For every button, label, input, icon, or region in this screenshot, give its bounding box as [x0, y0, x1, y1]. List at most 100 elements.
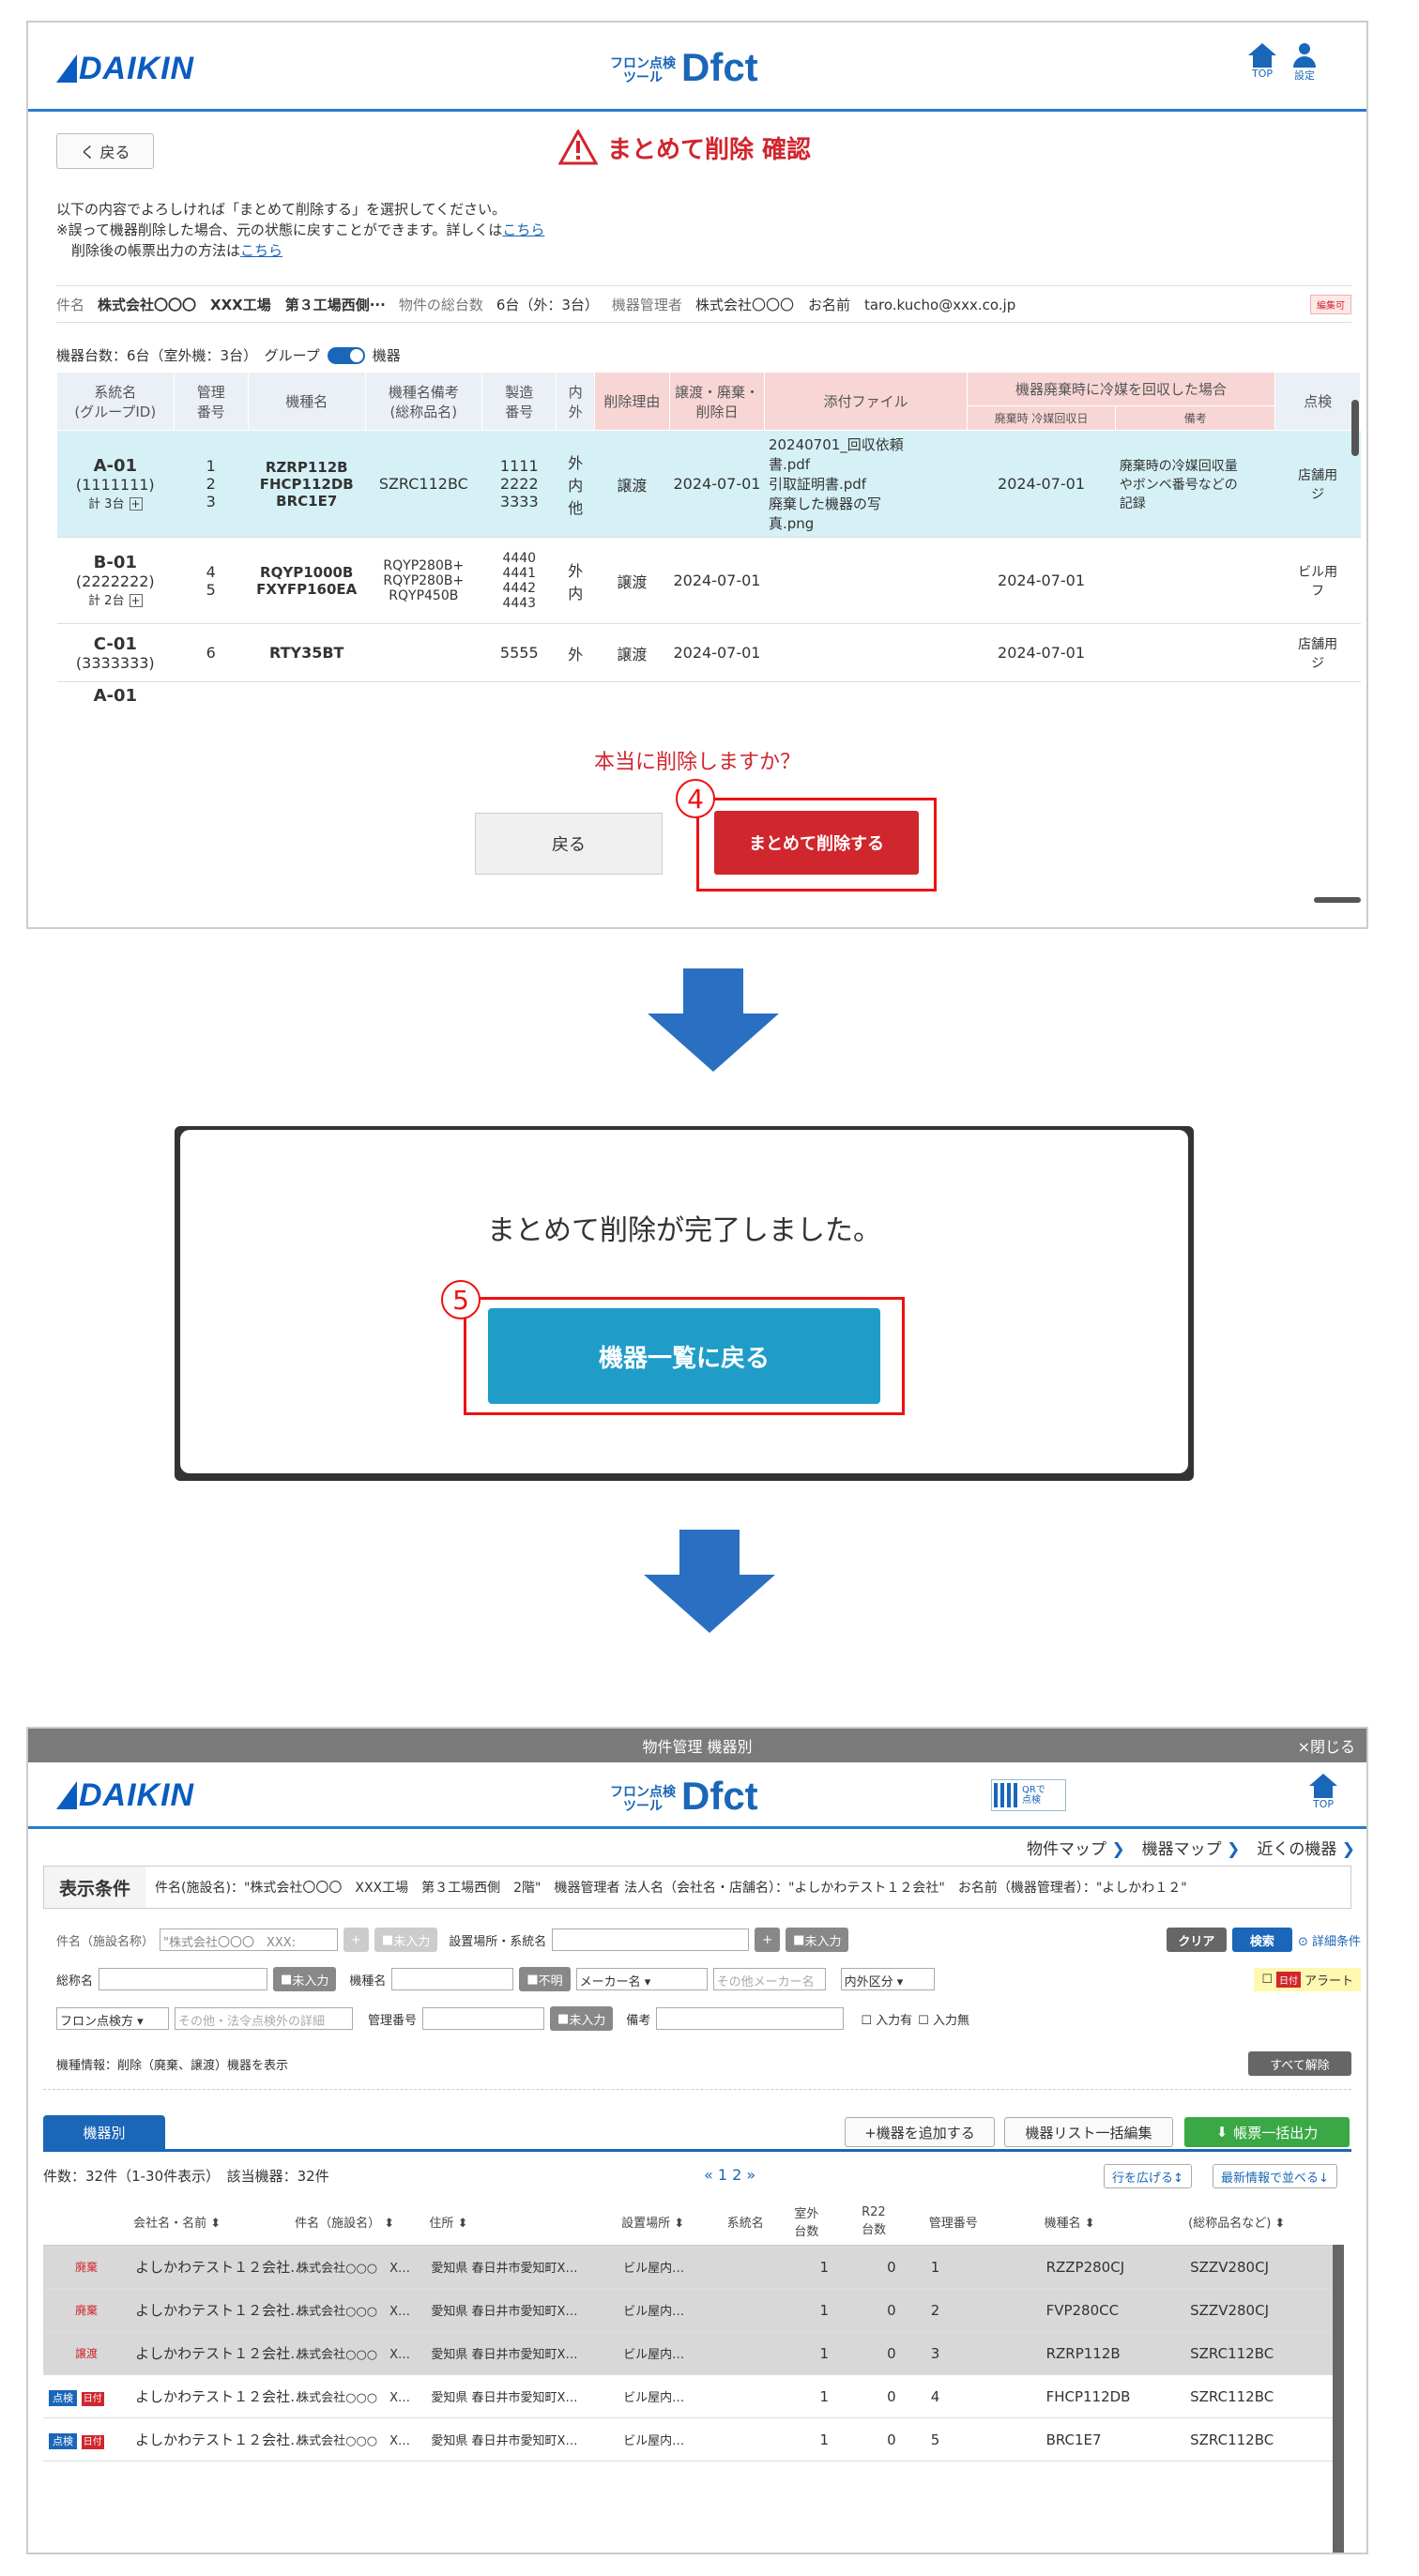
filter-row-3: フロン点検方 ▾ その他・法令点検外の詳細 管理番号 ■ 未入力 備考 ☐ 入力…	[56, 2006, 1361, 2031]
col-recovery: 機器廃棄時に冷媒を回収した場合	[966, 372, 1276, 406]
arrow-down-icon	[648, 968, 779, 1072]
unset-place-toggle[interactable]: ■ 未入力	[786, 1928, 849, 1952]
inout-select[interactable]: 内外区分 ▾	[840, 1968, 935, 1990]
tab-by-device[interactable]: 機器別	[43, 2115, 165, 2149]
arrow-down-icon	[644, 1530, 775, 1633]
expand-icon[interactable]: +	[129, 497, 143, 511]
mgmt-input[interactable]	[422, 2007, 545, 2030]
export-button[interactable]: ⬇ 帳票一括出力	[1184, 2117, 1350, 2147]
col-recovery-date: 廃棄時 冷媒回収日	[966, 405, 1117, 431]
device-list-table: 会社名・名前 ⬍ 件名（施設名） ⬍ 住所 ⬍ 設置場所 ⬍ 系統名 室外 台数…	[43, 2198, 1351, 2462]
sort-latest-button[interactable]: 最新情報で並べる↓	[1213, 2164, 1337, 2188]
settings-button[interactable]: 設定	[1290, 43, 1319, 83]
confirm-screen: DAIKIN フロン点検 ツール Dfct TOP 設定 く 戻る まとめて削除 …	[26, 21, 1368, 929]
col-model: 機種名	[247, 372, 366, 431]
unset-mgmt-toggle[interactable]: ■ 未入力	[550, 2006, 614, 2031]
window-topbar: 物件管理 機器別 ×閉じる	[28, 1729, 1366, 1762]
tab-underline	[43, 2149, 1351, 2152]
col-mgmt: 管理 番号	[173, 372, 249, 431]
bulk-delete-button[interactable]: まとめて削除する	[714, 811, 919, 875]
bulk-edit-button[interactable]: 機器リスト一括編集	[1004, 2117, 1173, 2147]
pagination[interactable]: « 1 2 »	[704, 2166, 755, 2184]
nav-nearby[interactable]: 近くの機器 ❯	[1257, 1836, 1355, 1859]
back-to-list-button[interactable]: 機器一覧に戻る	[488, 1308, 880, 1404]
general-name-input[interactable]	[99, 1968, 268, 1990]
clear-all-button[interactable]: すべて解除	[1248, 2051, 1351, 2076]
add-filter-button[interactable]: +	[343, 1928, 369, 1952]
alert-filter[interactable]: ☐ 日付 アラート	[1254, 1967, 1361, 1991]
help-link-2[interactable]: こちら	[240, 242, 282, 259]
edit-badge: 編集可	[1310, 294, 1351, 314]
table-row[interactable]: 点検 日付 よしかわテスト１２会社… 株式会社○○○ X… 愛知県 春日井市愛知町X…	[43, 2374, 1338, 2418]
nav-property-map[interactable]: 物件マップ ❯	[1027, 1836, 1125, 1859]
has-input-checkbox[interactable]: ☐ 入力有	[861, 2010, 912, 2028]
col-address[interactable]: 住所 ⬍	[425, 2198, 618, 2246]
col-place[interactable]: 設置場所 ⬍	[618, 2198, 724, 2246]
no-input-checkbox[interactable]: ☐ 入力無	[918, 2010, 969, 2028]
unknown-toggle[interactable]: ■ 不明	[519, 1967, 571, 1991]
clear-button[interactable]: クリア	[1166, 1928, 1227, 1952]
page-title: まとめて削除 確認	[558, 130, 811, 165]
completion-message: まとめて削除が完了しました。	[487, 1214, 881, 1247]
col-model[interactable]: 機種名 ⬍	[1040, 2198, 1185, 2246]
table-row[interactable]: 廃棄 よしかわテスト１２会社… 株式会社○○○ X… 愛知県 春日井市愛知町X… ビル…	[43, 2245, 1338, 2289]
maker-select[interactable]: メーカー名 ▾	[575, 1968, 708, 1990]
col-system: 系統名 (グループID)	[56, 372, 175, 431]
dfct-subtitle: フロン点検 ツール	[610, 1783, 676, 1813]
table-row[interactable]: 点検 日付 よしかわテスト１２会社… 株式会社○○○ X… 愛知県 春日井市愛知町X…	[43, 2417, 1338, 2462]
page-scrollbar[interactable]	[1314, 897, 1361, 903]
qr-inspect-button[interactable]: QRで 点検	[991, 1779, 1066, 1811]
header-divider	[28, 1826, 1366, 1829]
filter-row-2: 総称名 ■ 未入力 機種名 ■ 不明 メーカー名 ▾ その他メーカー名 内外区分…	[56, 1967, 1361, 1991]
col-company[interactable]: 会社名・名前 ⬍	[130, 2198, 292, 2246]
back-button[interactable]: く 戻る	[56, 133, 154, 169]
group-toggle[interactable]	[327, 346, 365, 364]
attachment-list[interactable]: 20240701_回収依頼 書.pdf 引取証明書.pdf 廃棄した機器の写 真…	[764, 430, 968, 538]
maker-other-input[interactable]: その他メーカー名	[712, 1968, 826, 1990]
col-outdoor[interactable]: 室外 台数	[790, 2198, 859, 2246]
col-r22[interactable]: R22 台数	[858, 2198, 925, 2246]
table-row[interactable]: 譲渡 よしかわテスト１２会社… 株式会社○○○ X… 愛知県 春日井市愛知町X… ビル…	[43, 2331, 1338, 2375]
download-icon: ⬇	[1215, 2124, 1228, 2141]
filter-row-1: 件名（施設名称） "株式会社〇〇〇 XXX: + ■ 未入力 設置場所・系統名 …	[56, 1928, 1361, 1952]
unset-toggle[interactable]: ■ 未入力	[374, 1928, 438, 1952]
top-button[interactable]: TOP	[1248, 43, 1276, 80]
freon-select[interactable]: フロン点検方 ▾	[56, 2007, 169, 2030]
col-inspect: 点検	[1274, 372, 1361, 431]
freon-other-input[interactable]: その他・法令点検外の詳細	[175, 2007, 353, 2030]
detail-filter-link[interactable]: ⊙ 詳細条件	[1298, 1931, 1361, 1949]
model-input[interactable]	[391, 1968, 514, 1990]
col-note[interactable]: (総称品名など) ⬍	[1184, 2198, 1338, 2246]
col-system[interactable]: 系統名	[723, 2198, 791, 2246]
inspect-button[interactable]: 点検	[49, 2389, 77, 2406]
map-nav: 物件マップ ❯ 機器マップ ❯ 近くの機器 ❯	[1027, 1836, 1355, 1859]
name-input[interactable]: "株式会社〇〇〇 XXX:	[160, 1928, 339, 1951]
col-recovery-note: 備考	[1115, 405, 1276, 431]
close-button[interactable]: ×閉じる	[1298, 1734, 1355, 1757]
nav-device-map[interactable]: 機器マップ ❯	[1142, 1836, 1241, 1859]
chevron-down-icon: ⊙	[1297, 1934, 1308, 1949]
table-row[interactable]: 廃棄 よしかわテスト１２会社… 株式会社○○○ X… 愛知県 春日井市愛知町X… ビル…	[43, 2288, 1338, 2332]
help-link-1[interactable]: こちら	[502, 221, 544, 238]
inspect-button[interactable]: 点検	[49, 2432, 77, 2449]
add-device-button[interactable]: +機器を追加する	[845, 2117, 995, 2147]
expand-rows-button[interactable]: 行を広げる↕	[1104, 2164, 1192, 2188]
step-4-marker: 4	[676, 779, 715, 818]
status-badge: 譲渡	[43, 2331, 130, 2375]
unset-general-toggle[interactable]: ■ 未入力	[273, 1967, 337, 1991]
status-badge: 廃棄	[43, 2288, 130, 2332]
cancel-button[interactable]: 戻る	[475, 813, 663, 875]
expand-icon[interactable]: +	[129, 594, 143, 607]
col-mgmt[interactable]: 管理番号	[924, 2198, 1041, 2246]
top-button[interactable]: TOP	[1309, 1774, 1337, 1810]
search-button[interactable]: 検索	[1231, 1928, 1292, 1952]
col-inout: 内 外	[556, 372, 596, 431]
place-input[interactable]	[552, 1928, 750, 1951]
list-scrollbar[interactable]	[1333, 2245, 1344, 2553]
col-name[interactable]: 件名（施設名） ⬍	[291, 2198, 426, 2246]
add-place-button[interactable]: +	[755, 1928, 781, 1952]
table-row: C-01 (3333333) 6 RTY35BT 5555 外 譲渡 2024-0…	[56, 623, 1361, 682]
table-scrollbar[interactable]	[1351, 400, 1359, 456]
table-row: B-01 (2222222) 計 2台 + 4 5 RQYP1000B FXYFP1…	[56, 537, 1361, 624]
memo-input[interactable]	[656, 2007, 845, 2030]
